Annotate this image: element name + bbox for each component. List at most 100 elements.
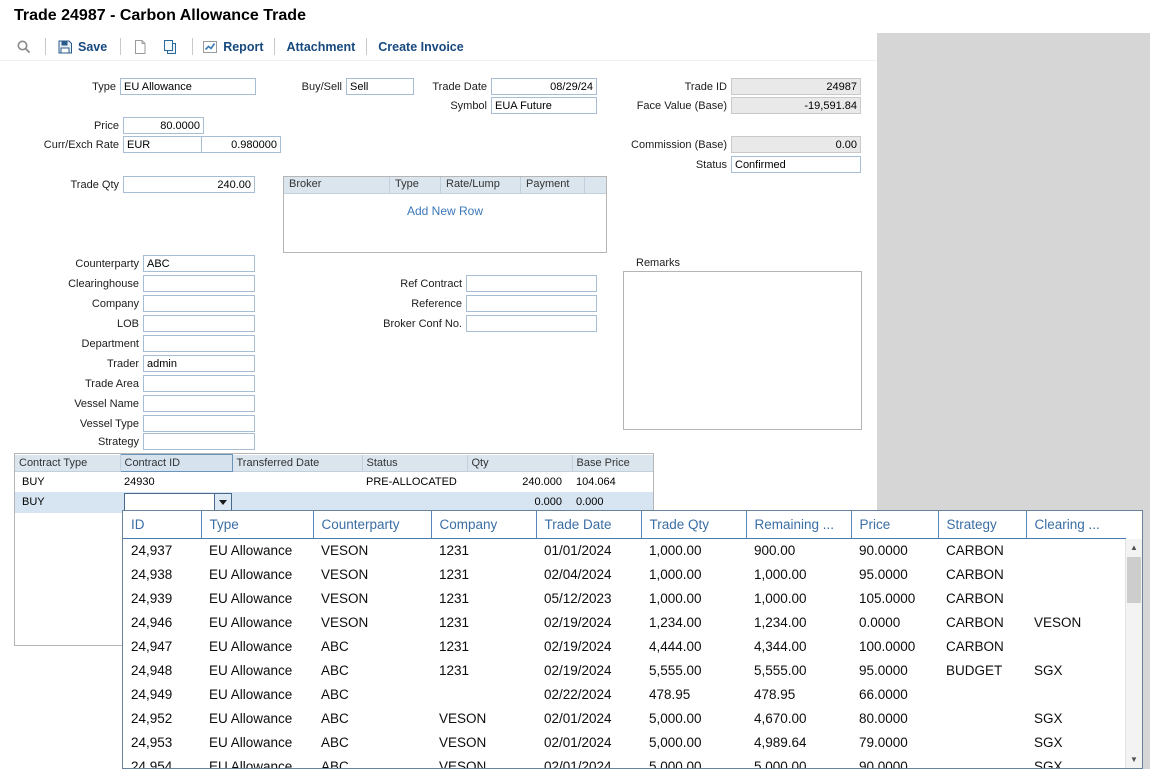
commission-label: Commission (Base) <box>595 138 727 152</box>
status-cell: PRE-ALLOCATED <box>362 472 467 492</box>
combobox-dropdown-button[interactable] <box>214 494 231 511</box>
column-header[interactable]: Contract Type <box>15 455 120 472</box>
type-input[interactable] <box>120 78 256 95</box>
trade-window: Trade 24987 - Carbon Allowance Trade Sav… <box>0 0 1150 769</box>
cell: CARBON <box>938 586 1026 610</box>
broker-conf-no-input[interactable] <box>466 315 597 332</box>
reference-input[interactable] <box>466 295 597 312</box>
dropdown-row[interactable]: 24,947EU AllowanceABC123102/19/20244,444… <box>123 634 1126 658</box>
contract-id-combo-input[interactable] <box>125 494 214 511</box>
scroll-up-icon[interactable]: ▲ <box>1126 539 1142 556</box>
cell: 24,952 <box>123 706 201 730</box>
vessel-type-label: Vessel Type <box>10 417 139 431</box>
dropdown-row[interactable]: 24,949EU AllowanceABC02/22/2024478.95478… <box>123 682 1126 706</box>
cell: 1231 <box>431 658 536 682</box>
currency-input[interactable] <box>123 136 202 153</box>
buy-sell-input[interactable] <box>346 78 414 95</box>
dropdown-row[interactable]: 24,938EU AllowanceVESON123102/04/20241,0… <box>123 562 1126 586</box>
counterparty-input[interactable] <box>143 255 255 272</box>
column-header[interactable]: ID <box>123 511 201 538</box>
trader-label: Trader <box>10 357 139 371</box>
column-header[interactable]: Qty <box>467 455 572 472</box>
cell: 02/04/2024 <box>536 562 641 586</box>
cell: EU Allowance <box>201 682 313 706</box>
scroll-down-icon[interactable]: ▼ <box>1126 751 1142 768</box>
column-header[interactable]: Clearing ... <box>1026 511 1126 538</box>
column-header[interactable]: Company <box>431 511 536 538</box>
copy-icon[interactable] <box>162 39 178 55</box>
cell: 4,670.00 <box>746 706 851 730</box>
strategy-input[interactable] <box>143 433 255 450</box>
dropdown-row[interactable]: 24,953EU AllowanceABCVESON02/01/20245,00… <box>123 730 1126 754</box>
contract-type-cell: BUY <box>15 492 120 513</box>
cell: 5,555.00 <box>746 658 851 682</box>
contract-id-combobox[interactable] <box>124 493 232 512</box>
column-header[interactable]: Status <box>362 455 467 472</box>
scrollbar-thumb[interactable] <box>1127 557 1141 603</box>
cell: VESON <box>313 562 431 586</box>
column-header[interactable]: Remaining ... <box>746 511 851 538</box>
column-header[interactable]: Price <box>851 511 938 538</box>
report-chart-icon <box>202 39 218 55</box>
column-header[interactable]: Counterparty <box>313 511 431 538</box>
column-header[interactable]: Type <box>201 511 313 538</box>
cell: ABC <box>313 754 431 769</box>
dropdown-scrollbar[interactable]: ▲ ▼ <box>1125 539 1142 768</box>
report-button[interactable]: Report <box>202 39 263 55</box>
price-label: Price <box>40 119 119 133</box>
save-icon <box>57 39 73 55</box>
column-header[interactable]: Trade Qty <box>641 511 746 538</box>
trader-input[interactable] <box>143 355 255 372</box>
cell: 1,000.00 <box>641 586 746 610</box>
column-header[interactable]: Contract ID <box>120 455 232 472</box>
add-new-row-link[interactable]: Add New Row <box>284 204 606 218</box>
remarks-textarea[interactable] <box>623 271 862 430</box>
cell <box>938 730 1026 754</box>
cell: 1231 <box>431 634 536 658</box>
cell: 5,000.00 <box>641 754 746 769</box>
dropdown-row[interactable]: 24,948EU AllowanceABC123102/19/20245,555… <box>123 658 1126 682</box>
base-price-cell: 104.064 <box>572 472 653 492</box>
contract-row[interactable]: BUY 24930 PRE-ALLOCATED 240.000 104.064 <box>15 472 653 492</box>
cell <box>431 682 536 706</box>
cell: 4,344.00 <box>746 634 851 658</box>
search-icon[interactable] <box>16 39 32 55</box>
vessel-type-input[interactable] <box>143 415 255 432</box>
cell: 02/22/2024 <box>536 682 641 706</box>
column-header[interactable]: Strategy <box>938 511 1026 538</box>
vessel-name-input[interactable] <box>143 395 255 412</box>
cell: 478.95 <box>746 682 851 706</box>
ref-contract-input[interactable] <box>466 275 597 292</box>
dropdown-row[interactable]: 24,954EU AllowanceABCVESON02/01/20245,00… <box>123 754 1126 769</box>
note-icon[interactable] <box>132 39 148 55</box>
dropdown-row[interactable]: 24,946EU AllowanceVESON123102/19/20241,2… <box>123 610 1126 634</box>
dropdown-header-row: IDTypeCounterpartyCompanyTrade DateTrade… <box>123 511 1126 538</box>
column-header[interactable]: Transferred Date <box>232 455 362 472</box>
attachment-button[interactable]: Attachment <box>286 40 355 54</box>
department-input[interactable] <box>143 335 255 352</box>
trade-date-input[interactable] <box>491 78 597 95</box>
cell: 90.0000 <box>851 754 938 769</box>
cell: CARBON <box>938 634 1026 658</box>
trade-qty-input[interactable] <box>123 176 255 193</box>
dropdown-row[interactable]: 24,952EU AllowanceABCVESON02/01/20245,00… <box>123 706 1126 730</box>
price-input[interactable] <box>123 117 204 134</box>
save-button[interactable]: Save <box>57 39 107 55</box>
cell: EU Allowance <box>201 658 313 682</box>
dropdown-row[interactable]: 24,939EU AllowanceVESON123105/12/20231,0… <box>123 586 1126 610</box>
column-header[interactable]: Base Price <box>572 455 653 472</box>
column-header[interactable]: Trade Date <box>536 511 641 538</box>
cell: EU Allowance <box>201 754 313 769</box>
cell: 80.0000 <box>851 706 938 730</box>
status-input[interactable] <box>731 156 861 173</box>
symbol-input[interactable] <box>491 97 597 114</box>
exch-rate-input[interactable] <box>201 136 281 153</box>
dropdown-row[interactable]: 24,937EU AllowanceVESON123101/01/20241,0… <box>123 538 1126 562</box>
clearinghouse-input[interactable] <box>143 275 255 292</box>
cell: 24,937 <box>123 538 201 562</box>
cell: 1,234.00 <box>641 610 746 634</box>
company-input[interactable] <box>143 295 255 312</box>
trade-area-input[interactable] <box>143 375 255 392</box>
create-invoice-button[interactable]: Create Invoice <box>378 40 463 54</box>
lob-input[interactable] <box>143 315 255 332</box>
